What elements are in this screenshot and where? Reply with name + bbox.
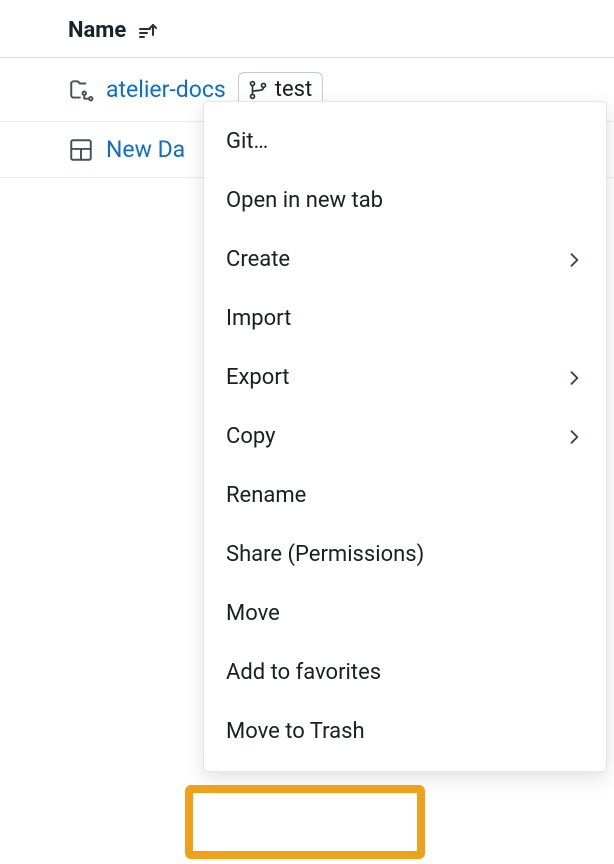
menu-item-move[interactable]: Move	[204, 584, 606, 643]
column-header-label: Name	[68, 18, 126, 43]
file-link-atelier-docs[interactable]: atelier-docs	[106, 76, 226, 103]
context-menu: Git… Open in new tab Create Import Expor…	[203, 101, 607, 772]
menu-item-share[interactable]: Share (Permissions)	[204, 525, 606, 584]
menu-item-add-favorites[interactable]: Add to favorites	[204, 643, 606, 702]
branch-badge-label: test	[275, 77, 312, 102]
menu-item-label: Create	[226, 247, 290, 272]
menu-item-copy[interactable]: Copy	[204, 407, 606, 466]
menu-item-git[interactable]: Git…	[204, 112, 606, 171]
menu-item-label: Move to Trash	[226, 719, 365, 744]
dashboard-icon	[68, 137, 94, 163]
menu-item-export[interactable]: Export	[204, 348, 606, 407]
annotation-highlight	[185, 785, 425, 859]
menu-item-label: Git…	[226, 129, 268, 154]
menu-item-create[interactable]: Create	[204, 230, 606, 289]
git-folder-icon	[68, 77, 94, 103]
branch-icon	[247, 79, 269, 101]
menu-item-rename[interactable]: Rename	[204, 466, 606, 525]
menu-item-move-trash[interactable]: Move to Trash	[204, 702, 606, 761]
chevron-right-icon	[564, 427, 584, 447]
menu-item-import[interactable]: Import	[204, 289, 606, 348]
menu-item-label: Import	[226, 306, 291, 331]
menu-item-label: Share (Permissions)	[226, 542, 424, 567]
menu-item-label: Copy	[226, 424, 276, 449]
menu-item-label: Add to favorites	[226, 660, 381, 685]
sort-icon[interactable]	[136, 19, 160, 43]
column-header[interactable]: Name	[0, 0, 614, 58]
file-link-new-da[interactable]: New Da	[106, 136, 185, 163]
menu-item-label: Export	[226, 365, 290, 390]
menu-item-label: Rename	[226, 483, 306, 508]
chevron-right-icon	[564, 250, 584, 270]
menu-item-label: Open in new tab	[226, 188, 383, 213]
menu-item-open-new-tab[interactable]: Open in new tab	[204, 171, 606, 230]
chevron-right-icon	[564, 368, 584, 388]
menu-item-label: Move	[226, 601, 280, 626]
